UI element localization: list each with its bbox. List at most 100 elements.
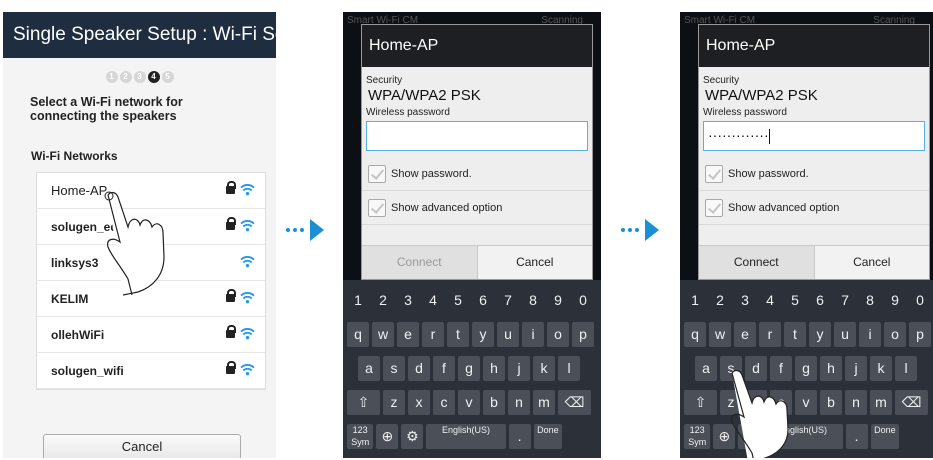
key-2[interactable]: 2 bbox=[372, 288, 394, 313]
password-input[interactable]: ············· bbox=[703, 121, 925, 151]
key-w[interactable]: w bbox=[709, 322, 731, 347]
key-k[interactable]: k bbox=[870, 356, 892, 381]
key-0[interactable]: 0 bbox=[572, 288, 594, 313]
key-s[interactable]: s bbox=[720, 356, 742, 381]
key-k[interactable]: k bbox=[533, 356, 555, 381]
key-l[interactable]: l bbox=[558, 356, 580, 381]
key-e[interactable]: e bbox=[397, 322, 419, 347]
network-item[interactable]: Home-AP bbox=[37, 173, 265, 209]
key-5[interactable]: 5 bbox=[447, 288, 469, 313]
key-n[interactable]: n bbox=[845, 390, 867, 415]
key-l[interactable]: l bbox=[895, 356, 917, 381]
key-4[interactable]: 4 bbox=[759, 288, 781, 313]
shift-key[interactable]: ⇧ bbox=[347, 390, 380, 415]
key-c[interactable]: c bbox=[433, 390, 455, 415]
spacebar-language[interactable]: English(US) bbox=[763, 424, 843, 449]
connect-button[interactable]: Connect bbox=[362, 245, 477, 279]
period-key[interactable]: . bbox=[508, 424, 531, 449]
key-i[interactable]: i bbox=[859, 322, 881, 347]
key-4[interactable]: 4 bbox=[422, 288, 444, 313]
show-advanced-checkbox[interactable]: Show advanced option bbox=[699, 191, 929, 225]
done-key[interactable]: Done bbox=[533, 424, 563, 449]
cancel-button[interactable]: Cancel bbox=[43, 434, 241, 458]
network-item[interactable]: solugen_edu bbox=[37, 209, 265, 245]
key-i[interactable]: i bbox=[522, 322, 544, 347]
key-f[interactable]: f bbox=[433, 356, 455, 381]
key-7[interactable]: 7 bbox=[497, 288, 519, 313]
key-w[interactable]: w bbox=[372, 322, 394, 347]
key-z[interactable]: z bbox=[720, 390, 742, 415]
symbols-key[interactable]: 123 Sym bbox=[347, 424, 374, 449]
key-o[interactable]: o bbox=[884, 322, 906, 347]
cancel-button[interactable]: Cancel bbox=[813, 245, 929, 279]
key-r[interactable]: r bbox=[759, 322, 781, 347]
key-q[interactable]: q bbox=[684, 322, 706, 347]
connect-button[interactable]: Connect bbox=[699, 245, 814, 279]
settings-icon[interactable]: ⚙ bbox=[738, 424, 761, 449]
symbols-key[interactable]: 123 Sym bbox=[684, 424, 711, 449]
show-password-checkbox[interactable]: Show password. bbox=[362, 157, 592, 191]
key-g[interactable]: g bbox=[795, 356, 817, 381]
key-v[interactable]: v bbox=[795, 390, 817, 415]
key-d[interactable]: d bbox=[745, 356, 767, 381]
key-x[interactable]: x bbox=[745, 390, 767, 415]
backspace-key[interactable]: ⌫ bbox=[895, 390, 928, 415]
network-item[interactable]: KELIM bbox=[37, 281, 265, 317]
key-g[interactable]: g bbox=[458, 356, 480, 381]
key-x[interactable]: x bbox=[408, 390, 430, 415]
key-9[interactable]: 9 bbox=[547, 288, 569, 313]
network-item[interactable]: ollehWiFi bbox=[37, 317, 265, 353]
key-a[interactable]: a bbox=[695, 356, 717, 381]
key-8[interactable]: 8 bbox=[522, 288, 544, 313]
settings-icon[interactable]: ⚙ bbox=[401, 424, 424, 449]
show-password-checkbox[interactable]: Show password. bbox=[699, 157, 929, 191]
key-y[interactable]: y bbox=[472, 322, 494, 347]
key-t[interactable]: t bbox=[447, 322, 469, 347]
key-7[interactable]: 7 bbox=[834, 288, 856, 313]
key-1[interactable]: 1 bbox=[684, 288, 706, 313]
key-6[interactable]: 6 bbox=[809, 288, 831, 313]
key-0[interactable]: 0 bbox=[909, 288, 931, 313]
key-3[interactable]: 3 bbox=[734, 288, 756, 313]
shift-key[interactable]: ⇧ bbox=[684, 390, 717, 415]
password-input[interactable] bbox=[366, 121, 588, 151]
network-item[interactable]: linksys3 bbox=[37, 245, 265, 281]
key-u[interactable]: u bbox=[834, 322, 856, 347]
show-advanced-checkbox[interactable]: Show advanced option bbox=[362, 191, 592, 225]
key-p[interactable]: p bbox=[909, 322, 931, 347]
key-d[interactable]: d bbox=[408, 356, 430, 381]
spacebar-language[interactable]: English(US) bbox=[426, 424, 506, 449]
key-m[interactable]: m bbox=[533, 390, 555, 415]
key-h[interactable]: h bbox=[820, 356, 842, 381]
key-2[interactable]: 2 bbox=[709, 288, 731, 313]
key-q[interactable]: q bbox=[347, 322, 369, 347]
key-a[interactable]: a bbox=[358, 356, 380, 381]
done-key[interactable]: Done bbox=[870, 424, 900, 449]
key-p[interactable]: p bbox=[572, 322, 594, 347]
key-3[interactable]: 3 bbox=[397, 288, 419, 313]
key-f[interactable]: f bbox=[770, 356, 792, 381]
backspace-key[interactable]: ⌫ bbox=[558, 390, 591, 415]
key-h[interactable]: h bbox=[483, 356, 505, 381]
key-8[interactable]: 8 bbox=[859, 288, 881, 313]
key-j[interactable]: j bbox=[508, 356, 530, 381]
key-r[interactable]: r bbox=[422, 322, 444, 347]
key-e[interactable]: e bbox=[734, 322, 756, 347]
cancel-button[interactable]: Cancel bbox=[476, 245, 592, 279]
key-9[interactable]: 9 bbox=[884, 288, 906, 313]
key-1[interactable]: 1 bbox=[347, 288, 369, 313]
key-c[interactable]: c bbox=[770, 390, 792, 415]
key-6[interactable]: 6 bbox=[472, 288, 494, 313]
key-n[interactable]: n bbox=[508, 390, 530, 415]
globe-icon[interactable]: ⊕ bbox=[713, 424, 736, 449]
key-z[interactable]: z bbox=[383, 390, 405, 415]
network-item[interactable]: solugen_wifi bbox=[37, 353, 265, 389]
key-b[interactable]: b bbox=[820, 390, 842, 415]
period-key[interactable]: . bbox=[845, 424, 868, 449]
key-b[interactable]: b bbox=[483, 390, 505, 415]
key-m[interactable]: m bbox=[870, 390, 892, 415]
key-5[interactable]: 5 bbox=[784, 288, 806, 313]
key-o[interactable]: o bbox=[547, 322, 569, 347]
globe-icon[interactable]: ⊕ bbox=[376, 424, 399, 449]
key-u[interactable]: u bbox=[497, 322, 519, 347]
